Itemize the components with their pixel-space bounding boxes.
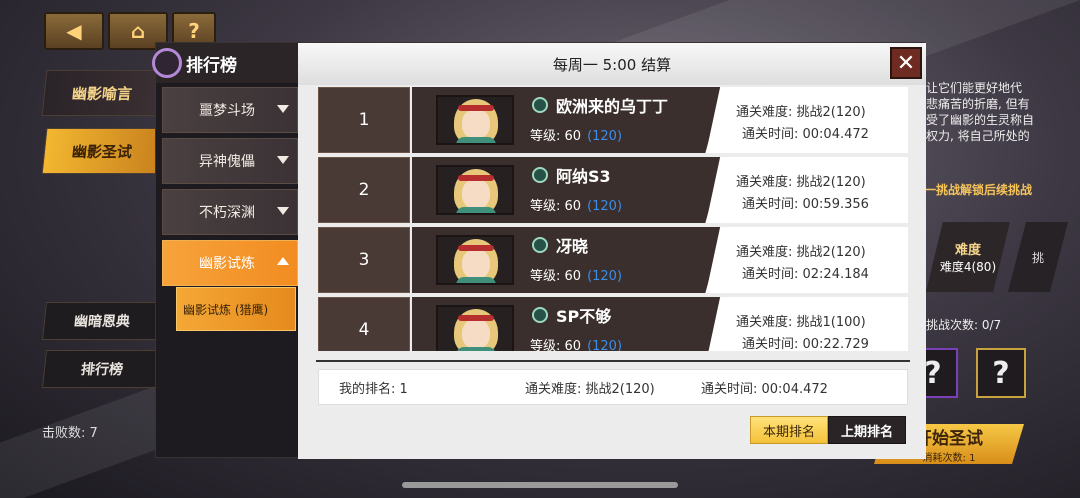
close-button[interactable]: ✕: [890, 47, 922, 79]
player-avatar[interactable]: [436, 235, 514, 285]
clear-difficulty: 通关难度: 挑战2(120): [736, 245, 866, 260]
home-indicator[interactable]: [402, 482, 678, 488]
guild-icon: [532, 237, 548, 253]
clear-difficulty: 通关难度: 挑战1(100): [736, 315, 866, 330]
ranking-list[interactable]: 1 欧洲来的乌丁丁 等级: 60 (120) 通关难度: 挑战2(120) 通关时…: [318, 87, 908, 351]
player-name: SP不够: [556, 307, 612, 326]
tab-last-period[interactable]: 上期排名: [828, 416, 906, 444]
leaderboard-content: 每周一 5:00 结算 ✕ 1 欧洲来的乌丁丁 等级: 60 (120) 通关难度…: [298, 43, 926, 459]
tab-shadow-trial[interactable]: 幽影圣试: [41, 128, 163, 174]
difficulty-selector[interactable]: 难度 难度4(80): [926, 222, 1010, 292]
category-shadow-trial[interactable]: 幽影试炼: [162, 240, 298, 286]
player-level: 等级: 60 (120): [530, 129, 623, 144]
leaderboard-title: 排行榜: [186, 55, 237, 76]
clear-difficulty: 通关难度: 挑战2(120): [736, 105, 866, 120]
tab-dark-grace[interactable]: 幽暗恩典: [42, 302, 162, 340]
guild-icon: [532, 167, 548, 183]
difficulty-value: 难度4(80): [939, 260, 997, 274]
category-immortal-abyss[interactable]: 不朽深渊: [162, 189, 298, 235]
divider: [316, 360, 910, 362]
my-rank: 我的排名: 1: [339, 381, 408, 397]
clear-info: 通关难度: 挑战2(120) 通关时间: 00:04.472: [706, 87, 908, 153]
difficulty-next[interactable]: 挑: [1008, 222, 1068, 292]
chevron-down-icon: [277, 207, 289, 215]
player-level: 等级: 60 (120): [530, 339, 623, 351]
leaderboard-header: 排行榜: [152, 43, 301, 83]
clear-time: 通关时间: 00:04.472: [742, 127, 869, 142]
player-level: 等级: 60 (120): [530, 269, 623, 284]
player-info: 冴晓 等级: 60 (120): [412, 227, 724, 293]
defeat-count: 击败数: 7: [42, 426, 98, 441]
player-name: 冴晓: [556, 237, 589, 256]
player-info: 阿纳S3 等级: 60 (120): [412, 157, 724, 223]
clear-time: 通关时间: 00:59.356: [742, 197, 869, 212]
reward-slot-unknown[interactable]: ?: [976, 348, 1026, 398]
back-arrow-icon: ◀: [66, 19, 82, 43]
start-trial-cost: 消耗次数: 1: [922, 453, 976, 464]
clear-info: 通关难度: 挑战2(120) 通关时间: 00:59.356: [706, 157, 908, 223]
clear-difficulty: 通关难度: 挑战2(120): [736, 175, 866, 190]
category-alien-puppet[interactable]: 异神傀儡: [162, 138, 298, 184]
chevron-down-icon: [277, 105, 289, 113]
ranking-row[interactable]: 2 阿纳S3 等级: 60 (120) 通关难度: 挑战2(120) 通关时间: …: [318, 157, 908, 223]
my-ranking-bar: 我的排名: 1 通关难度: 挑战2(120) 通关时间: 00:04.472: [318, 369, 908, 405]
tab-this-period[interactable]: 本期排名: [750, 416, 828, 444]
rank-number: 3: [318, 227, 410, 293]
unlock-hint: 一挑战解锁后续挑战: [924, 183, 1033, 197]
ranking-row[interactable]: 1 欧洲来的乌丁丁 等级: 60 (120) 通关难度: 挑战2(120) 通关时…: [318, 87, 908, 153]
challenge-count: 挑战次数: 0/7: [926, 318, 1002, 332]
my-clear-time: 通关时间: 00:04.472: [701, 381, 828, 397]
tab-rankings[interactable]: 排行榜: [42, 350, 162, 388]
ranking-row[interactable]: 3 冴晓 等级: 60 (120) 通关难度: 挑战2(120) 通关时间: 02…: [318, 227, 908, 293]
leaderboard-panel: 排行榜 噩梦斗场 异神傀儡 不朽深渊 幽影试炼 幽影试炼 (猎鹰) 每周一 5:…: [152, 42, 926, 459]
settlement-time: 每周一 5:00 结算: [298, 43, 926, 85]
my-clear-difficulty: 通关难度: 挑战2(120): [525, 381, 655, 397]
lore-text: 让它们能更好地代 悲痛苦的折磨, 但有 受了幽影的生灵称自 权力, 将自己所处的: [926, 81, 1035, 143]
guild-icon: [532, 307, 548, 323]
rank-number: 4: [318, 297, 410, 351]
clear-info: 通关难度: 挑战2(120) 通关时间: 02:24.184: [706, 227, 908, 293]
back-button[interactable]: ◀: [44, 12, 104, 50]
clear-info: 通关难度: 挑战1(100) 通关时间: 00:22.729: [706, 297, 908, 351]
leaderboard-emblem-icon: [152, 48, 182, 78]
tab-shadow-parable[interactable]: 幽影喻言: [41, 70, 163, 116]
clear-time: 通关时间: 00:22.729: [742, 337, 869, 351]
ranking-row[interactable]: 4 SP不够 等级: 60 (120) 通关难度: 挑战1(100) 通关时间: …: [318, 297, 908, 351]
close-icon: ✕: [896, 50, 916, 76]
category-nightmare-arena[interactable]: 噩梦斗场: [162, 87, 298, 133]
player-name: 阿纳S3: [556, 167, 611, 186]
subcategory-shadow-trial-falcon[interactable]: 幽影试炼 (猎鹰): [176, 287, 296, 331]
player-info: 欧洲来的乌丁丁 等级: 60 (120): [412, 87, 724, 153]
guild-icon: [532, 97, 548, 113]
chevron-down-icon: [277, 156, 289, 164]
rank-number: 1: [318, 87, 410, 153]
chevron-up-icon: [277, 257, 289, 265]
rank-number: 2: [318, 157, 410, 223]
player-avatar[interactable]: [436, 165, 514, 215]
player-name: 欧洲来的乌丁丁: [556, 97, 669, 116]
home-icon: ⌂: [130, 19, 146, 43]
player-level: 等级: 60 (120): [530, 199, 623, 214]
clear-time: 通关时间: 02:24.184: [742, 267, 869, 282]
player-info: SP不够 等级: 60 (120): [412, 297, 724, 351]
player-avatar[interactable]: [436, 305, 514, 351]
player-avatar[interactable]: [436, 95, 514, 145]
difficulty-label: 难度: [954, 243, 981, 258]
